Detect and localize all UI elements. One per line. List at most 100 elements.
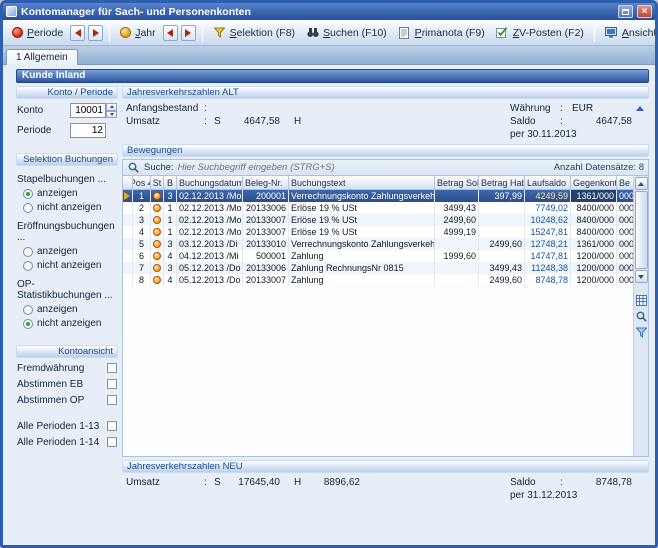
konto-input[interactable] xyxy=(70,103,106,118)
checkbox-abstimmen-eb[interactable]: Abstimmen EB xyxy=(17,378,117,390)
checkbox-alle-perioden-1-13[interactable]: Alle Perioden 1-13 xyxy=(17,420,117,432)
close-button[interactable]: × xyxy=(637,5,652,18)
table-row-7[interactable]: 7 3 05.12.2013 /Do 20133006 Zahlung Rech… xyxy=(123,262,633,274)
col-header-buchungstext[interactable]: Buchungstext xyxy=(289,176,435,189)
cell-haben xyxy=(479,202,525,214)
cell-be: 000 xyxy=(617,202,633,214)
chevron-up-icon xyxy=(110,105,114,108)
cell-laufsaldo: 10248,62 xyxy=(525,214,571,226)
cell-be: 000 xyxy=(617,238,633,250)
table-row-4[interactable]: 4 1 02.12.2013 /Mo 20133007 Erlöse 19 % … xyxy=(123,226,633,238)
radio-op-nicht-anzeigen[interactable]: nicht anzeigen xyxy=(23,318,118,329)
record-count: Anzahl Datensätze: 8 xyxy=(554,162,644,173)
grid-header: Pos St B Buchungsdatum Beleg-Nr. Buchung… xyxy=(123,176,633,190)
spinner-up-button[interactable] xyxy=(106,103,117,111)
main-panel: Jahresverkehrszahlen ALT Anfangsbestand … xyxy=(122,86,649,541)
client-header: Kunde Inland xyxy=(16,69,649,83)
cell-haben xyxy=(479,214,525,226)
checkbox-alle-perioden-1-14[interactable]: Alle Perioden 1-14 xyxy=(17,436,117,448)
radio-eroeffnung-nicht-anzeigen[interactable]: nicht anzeigen xyxy=(23,260,118,271)
saldo-value: 8748,78 xyxy=(570,477,632,488)
cell-gegenkonto: 1200/000 xyxy=(571,262,617,274)
col-header-b[interactable]: B xyxy=(164,176,177,189)
row-marker-cell xyxy=(123,238,133,250)
cell-gegenkonto: 1361/000 xyxy=(571,190,617,202)
radio-op-anzeigen[interactable]: anzeigen xyxy=(23,304,118,315)
spinner-down-button[interactable] xyxy=(106,111,117,119)
col-header-betrag-haben[interactable]: Betrag Haben xyxy=(479,176,525,189)
table-row-3[interactable]: 3 1 02.12.2013 /Mo 20133007 Erlöse 19 % … xyxy=(123,214,633,226)
cell-gegenkonto: 8400/000 xyxy=(571,202,617,214)
checkbox-fremdwaehrung[interactable]: Fremdwährung xyxy=(17,362,117,374)
table-side-rail xyxy=(633,176,648,456)
periode-icon xyxy=(12,27,23,38)
periode-input[interactable] xyxy=(70,123,106,138)
suchen-button[interactable]: Suchen (F10) xyxy=(301,24,392,41)
periode-next-button[interactable] xyxy=(88,25,103,41)
section-header-bewegungen: Bewegungen xyxy=(122,144,649,157)
jahr-prev-button[interactable] xyxy=(163,25,178,41)
col-header-beleg-nr[interactable]: Beleg-Nr. xyxy=(243,176,289,189)
binoculars-icon xyxy=(306,26,319,39)
table-row-5[interactable]: 5 3 03.12.2013 /Di 20133010 Verrechnungs… xyxy=(123,238,633,250)
col-header-marker[interactable] xyxy=(123,176,133,189)
periode-prev-button[interactable] xyxy=(70,25,85,41)
arrow-right-icon xyxy=(93,29,99,37)
toolbar-separator xyxy=(109,24,110,42)
cell-text: Verrechnungskonto Zahlungsverkehr xyxy=(289,238,435,250)
scroll-down-button[interactable] xyxy=(635,270,648,283)
primanota-button[interactable]: Primanota (F9) xyxy=(393,24,490,41)
cell-be: 000 xyxy=(617,190,633,202)
maximize-button[interactable] xyxy=(618,5,633,18)
col-header-pos[interactable]: Pos xyxy=(133,176,151,189)
col-header-st[interactable]: St xyxy=(151,176,164,189)
col-header-laufsaldo[interactable]: Laufsaldo xyxy=(525,176,571,189)
status-cell xyxy=(151,190,164,202)
tab-allgemein[interactable]: 1 Allgemein xyxy=(6,49,78,65)
cell-beleg: 20133007 xyxy=(243,226,289,238)
ansicht-button[interactable]: Ansicht xyxy=(600,24,658,41)
cell-datum: 02.12.2013 /Mo xyxy=(177,214,243,226)
cell-b: 3 xyxy=(164,262,177,274)
table-row-8[interactable]: 8 4 05.12.2013 /Do 20133007 Zahlung 2499… xyxy=(123,274,633,286)
table-row-6[interactable]: 6 4 04.12.2013 /Mi 500001 Zahlung 1999,6… xyxy=(123,250,633,262)
col-header-betrag-soll[interactable]: Betrag Soll xyxy=(435,176,479,189)
cell-soll: 3499,43 xyxy=(435,202,479,214)
checkbox-abstimmen-op[interactable]: Abstimmen OP xyxy=(17,394,117,406)
table-row-1[interactable]: 1 3 02.12.2013 /Mo 200001 Verrechnungsko… xyxy=(123,190,633,202)
status-cell xyxy=(151,274,164,286)
radio-stapel-nicht-anzeigen[interactable]: nicht anzeigen xyxy=(23,202,118,213)
cell-soll: 2499,60 xyxy=(435,214,479,226)
scrollbar-thumb[interactable] xyxy=(635,191,648,269)
cell-pos: 3 xyxy=(133,214,151,226)
selektion-label: Selektion (F8) xyxy=(230,27,295,39)
chevron-up-icon xyxy=(638,182,644,186)
cell-b: 1 xyxy=(164,226,177,238)
colon: : xyxy=(204,116,214,127)
radio-eroeffnung-anzeigen[interactable]: anzeigen xyxy=(23,246,118,257)
cell-laufsaldo: 15247,81 xyxy=(525,226,571,238)
cell-be: 000 xyxy=(617,214,633,226)
selektion-button[interactable]: Selektion (F8) xyxy=(208,24,300,41)
jahr-button[interactable]: Jahr xyxy=(115,25,160,41)
table-row-2[interactable]: 2 1 02.12.2013 /Mo 20133006 Erlöse 19 % … xyxy=(123,202,633,214)
jahr-next-button[interactable] xyxy=(181,25,196,41)
group-label-op-statistikbuchungen: OP-Statistikbuchungen ... xyxy=(17,279,117,301)
col-header-be[interactable]: Be xyxy=(617,176,633,189)
collapse-panel-icon[interactable] xyxy=(636,106,644,111)
search-input[interactable] xyxy=(178,162,550,173)
cell-haben xyxy=(479,250,525,262)
cell-soll xyxy=(435,262,479,274)
status-icon xyxy=(153,216,161,224)
app-window: Kontomanager für Sach- und Personenkonte… xyxy=(0,0,658,548)
filter-button[interactable] xyxy=(635,326,648,339)
col-header-gegenkonto[interactable]: Gegenkonto xyxy=(571,176,617,189)
zv-posten-button[interactable]: ZV-Posten (F2) xyxy=(491,24,589,41)
ansicht-label: Ansicht xyxy=(622,27,656,39)
periode-button[interactable]: Periode xyxy=(7,25,68,41)
zoom-button[interactable] xyxy=(635,310,648,323)
radio-stapel-anzeigen[interactable]: anzeigen xyxy=(23,188,118,199)
grid-view-button[interactable] xyxy=(635,294,648,307)
scroll-up-button[interactable] xyxy=(635,177,648,190)
col-header-buchungsdatum[interactable]: Buchungsdatum xyxy=(177,176,243,189)
